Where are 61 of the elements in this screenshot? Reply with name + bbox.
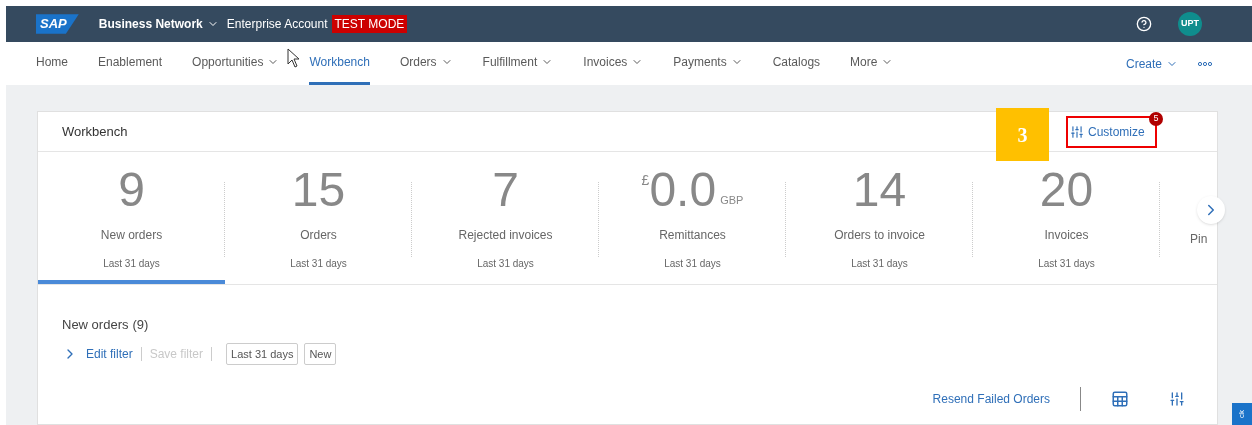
more-icon[interactable] — [1198, 60, 1212, 67]
nav-tab[interactable]: Fulfillment — [482, 42, 554, 85]
nav-tab[interactable]: Invoices — [583, 42, 644, 85]
help-icon[interactable] — [1136, 16, 1152, 32]
kpi-label: Rejected invoices — [458, 227, 553, 244]
next-button[interactable] — [1197, 196, 1225, 224]
kpi-period: Last 31 days — [290, 257, 347, 271]
kpi-period: Last 31 days — [664, 257, 721, 271]
kpi-tile[interactable]: £0.0 GBP Remittances Last 31 days — [599, 152, 786, 284]
mode-badge: TEST MODE — [331, 15, 408, 33]
currency-code: GBP — [720, 193, 744, 208]
filter-chip: Last 31 days — [226, 342, 299, 365]
edit-filter-button[interactable]: Edit filter — [62, 344, 133, 363]
kpi-label: Remittances — [659, 227, 726, 244]
kpi-period: Last 31 days — [103, 257, 160, 271]
resend-failed-orders-button[interactable]: Resend Failed Orders — [932, 390, 1050, 408]
customize-button[interactable]: Customize — [1070, 122, 1145, 141]
user-avatar[interactable]: UPT — [1178, 12, 1202, 36]
kpi-value: 15 — [291, 164, 346, 216]
nav-tab[interactable]: More — [850, 42, 894, 85]
kpi-tile[interactable]: 9 New orders Last 31 days — [38, 152, 225, 284]
kpi-value: 9 — [118, 164, 145, 216]
account-name: Enterprise Account — [226, 16, 328, 33]
kpi-label: New orders — [100, 227, 163, 244]
kpi-period: Last 31 days — [477, 257, 534, 271]
kpi-label: Invoices — [1044, 227, 1089, 244]
section-title: New orders — [62, 316, 129, 334]
kpi-value: 20 — [1039, 164, 1094, 216]
nav-tab[interactable]: Orders — [399, 42, 453, 85]
sliders-icon — [1070, 124, 1084, 139]
create-menu[interactable]: Create — [1125, 42, 1178, 85]
kpi-label: Orders to invoice — [834, 227, 925, 244]
logo[interactable]: SAP — [36, 14, 79, 34]
section-count: (9) — [132, 316, 149, 334]
kpi-tile[interactable]: 7 Rejected invoices Last 31 days — [412, 152, 599, 284]
kpi-value: 7 — [492, 164, 519, 216]
nav-tab[interactable]: Opportunities — [192, 42, 280, 85]
sliders-icon[interactable] — [1169, 391, 1185, 407]
nav-tab[interactable]: Home — [36, 42, 68, 85]
currency-symbol: £ — [641, 171, 650, 188]
kpi-tile[interactable]: 15 Orders Last 31 days — [225, 152, 412, 284]
card-title: Workbench — [62, 122, 128, 141]
nav-tab[interactable]: Catalogs — [772, 42, 821, 85]
nav-tab[interactable]: Payments — [673, 42, 743, 85]
nav-tab[interactable]: Workbench — [309, 42, 370, 85]
cursor-icon — [287, 48, 301, 68]
filter-chip: New — [304, 342, 337, 365]
spreadsheet-icon[interactable] — [1111, 390, 1129, 408]
product-menu[interactable]: Business Network — [98, 15, 219, 33]
kpi-period: Last 31 days — [1038, 257, 1095, 271]
kpi-value: 14 — [852, 164, 907, 216]
kpi-period: Last 31 days — [851, 257, 908, 271]
kpi-label: Orders — [300, 227, 337, 244]
nav-tab[interactable]: Enablement — [98, 42, 163, 85]
feedback-tab[interactable]: ck — [1232, 403, 1252, 425]
kpi-value: 0.0 — [649, 164, 717, 216]
kpi-tile[interactable]: Pin — [1160, 152, 1217, 284]
notification-badge: 5 — [1149, 111, 1163, 126]
step-marker: 3 — [996, 108, 1049, 161]
kpi-tile[interactable]: 14 Orders to invoice Last 31 days — [786, 152, 973, 284]
kpi-label: Pin — [1190, 232, 1208, 246]
